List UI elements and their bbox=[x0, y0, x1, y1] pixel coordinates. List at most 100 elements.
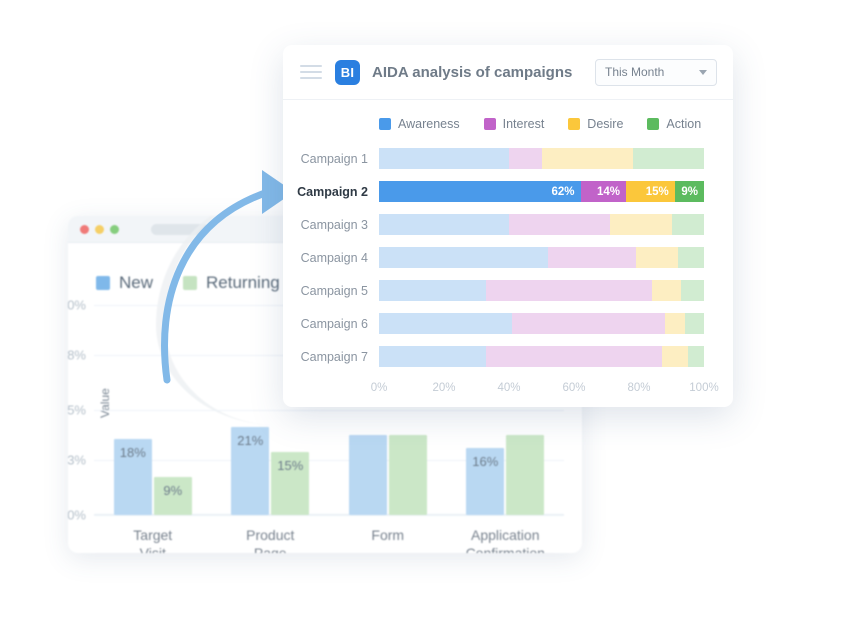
bar-segment-desire: 15% bbox=[626, 181, 675, 202]
chart-row-label: Campaign 2 bbox=[297, 184, 368, 199]
bar-value-label: 18% bbox=[119, 445, 146, 461]
bar-segment-awareness bbox=[379, 247, 548, 268]
bar-value-label: 9% bbox=[163, 483, 183, 499]
stacked-bar bbox=[379, 148, 704, 169]
bar-segment-action bbox=[632, 148, 704, 169]
bi-logo-icon: BI bbox=[335, 59, 360, 85]
chart-row[interactable]: Campaign 4 bbox=[283, 241, 733, 274]
bar bbox=[506, 435, 545, 515]
x-axis-category-label: Target Visit bbox=[133, 527, 173, 553]
chart-row-label: Campaign 7 bbox=[300, 349, 368, 364]
x-axis-category-label: Form bbox=[371, 527, 405, 543]
bar-segment-desire bbox=[635, 247, 678, 268]
legend-label-awareness: Awareness bbox=[398, 117, 460, 131]
bar-group: Form bbox=[348, 435, 427, 543]
legend-swatch-new bbox=[96, 276, 110, 290]
card-chart-legend: Awareness Interest Desire Action bbox=[283, 100, 733, 131]
chart-row[interactable]: Campaign 1 bbox=[283, 142, 733, 175]
legend-swatch-desire bbox=[568, 118, 581, 130]
legend-item-awareness[interactable]: Awareness bbox=[379, 117, 460, 131]
bar bbox=[348, 435, 387, 515]
chevron-down-icon bbox=[699, 69, 707, 75]
bar-group: 21% 15% Product Page bbox=[231, 426, 310, 553]
hamburger-icon[interactable] bbox=[300, 65, 322, 79]
y-axis-tick: 50% bbox=[68, 297, 86, 313]
y-axis-tick: 0% bbox=[68, 507, 86, 523]
bar-segment-value: 9% bbox=[681, 185, 698, 198]
page-title: AIDA analysis of campaigns bbox=[372, 63, 573, 81]
x-axis-tick: 80% bbox=[627, 382, 651, 394]
period-select-value: This Month bbox=[605, 65, 665, 79]
legend-swatch-awareness bbox=[379, 118, 391, 130]
aida-analysis-card: BI AIDA analysis of campaigns This Month… bbox=[283, 45, 733, 407]
period-select[interactable]: This Month bbox=[595, 58, 717, 86]
legend-item-desire[interactable]: Desire bbox=[568, 117, 623, 131]
x-axis-tick: 0% bbox=[370, 382, 388, 394]
bar-segment-value: 14% bbox=[596, 185, 620, 198]
stacked-bar bbox=[379, 247, 704, 268]
chart-row[interactable]: Campaign 7 bbox=[283, 340, 733, 373]
bar-segment-interest bbox=[486, 280, 652, 301]
chart-row-label: Campaign 5 bbox=[300, 283, 368, 298]
chart-row[interactable]: Campaign 2 62% 14% 15% 9% bbox=[283, 175, 733, 208]
legend-swatch-action bbox=[647, 118, 660, 130]
bar-segment-desire bbox=[609, 214, 672, 235]
legend-label-interest: Interest bbox=[502, 117, 545, 131]
bi-logo-text: BI bbox=[340, 64, 355, 80]
bar-group: 16% Application Confirmation bbox=[466, 435, 545, 553]
bar: 21% bbox=[231, 426, 270, 515]
legend-item-interest[interactable]: Interest bbox=[483, 117, 545, 131]
chart-row-label: Campaign 4 bbox=[300, 250, 368, 265]
x-axis-tick: 60% bbox=[562, 382, 586, 394]
bar-segment-interest bbox=[548, 247, 636, 268]
aida-stacked-bar-chart: Campaign 1 Campaign 2 62% 14% 15% 9% Campaign … bbox=[283, 142, 733, 373]
gridline bbox=[94, 515, 564, 516]
stacked-bar bbox=[379, 214, 704, 235]
x-axis-tick: 100% bbox=[689, 382, 719, 394]
bar-segment-interest bbox=[512, 313, 665, 334]
chart-row-label: Campaign 1 bbox=[300, 151, 368, 166]
stacked-bar bbox=[379, 346, 704, 367]
bar-segment-action bbox=[687, 346, 704, 367]
window-close-button[interactable] bbox=[80, 224, 89, 234]
bar-value-label: 16% bbox=[472, 453, 499, 469]
y-axis-tick: 13% bbox=[68, 452, 86, 468]
bar-segment-desire bbox=[661, 346, 688, 367]
bar-segment-awareness bbox=[379, 313, 513, 334]
bar-segment-desire bbox=[652, 280, 682, 301]
window-minimize-button[interactable] bbox=[95, 224, 104, 234]
bar-segment-awareness bbox=[379, 148, 509, 169]
stacked-bar bbox=[379, 313, 704, 334]
legend-swatch-interest bbox=[483, 118, 496, 130]
bar-value-label: 15% bbox=[277, 458, 304, 473]
bar-segment-value: 62% bbox=[551, 185, 575, 198]
x-axis-tick: 40% bbox=[497, 382, 521, 394]
legend-item-new[interactable]: New bbox=[96, 273, 153, 293]
bar-segment-value: 15% bbox=[645, 185, 669, 198]
legend-label-new: New bbox=[119, 273, 154, 292]
bar-segment-interest bbox=[486, 346, 662, 367]
bar: 18% bbox=[113, 439, 152, 515]
stacked-bar: 62% 14% 15% 9% bbox=[379, 181, 704, 202]
chart-row[interactable]: Campaign 5 bbox=[283, 274, 733, 307]
hamburger-line bbox=[300, 65, 322, 67]
bar-segment-action: 9% bbox=[674, 181, 704, 202]
bar-segment-action bbox=[671, 214, 704, 235]
chart-row[interactable]: Campaign 6 bbox=[283, 307, 733, 340]
bar-value-label: 21% bbox=[237, 432, 264, 448]
x-axis-tick: 20% bbox=[432, 382, 456, 394]
x-axis-category-label: Application Confirmation bbox=[465, 527, 545, 553]
bar-segment-action bbox=[678, 247, 704, 268]
card-header: BI AIDA analysis of campaigns This Month bbox=[283, 45, 733, 100]
bar-group: 18% 9% Target Visit bbox=[113, 439, 192, 553]
y-axis-tick: 25% bbox=[68, 402, 86, 418]
chart-row[interactable]: Campaign 3 bbox=[283, 208, 733, 241]
bar-segment-awareness bbox=[379, 280, 487, 301]
legend-item-action[interactable]: Action bbox=[647, 117, 701, 131]
gridline bbox=[94, 410, 564, 411]
bar: 16% bbox=[466, 447, 505, 515]
window-maximize-button[interactable] bbox=[110, 224, 119, 234]
bar-segment-interest bbox=[509, 148, 542, 169]
bar bbox=[388, 435, 427, 515]
bar-segment-interest bbox=[509, 214, 610, 235]
